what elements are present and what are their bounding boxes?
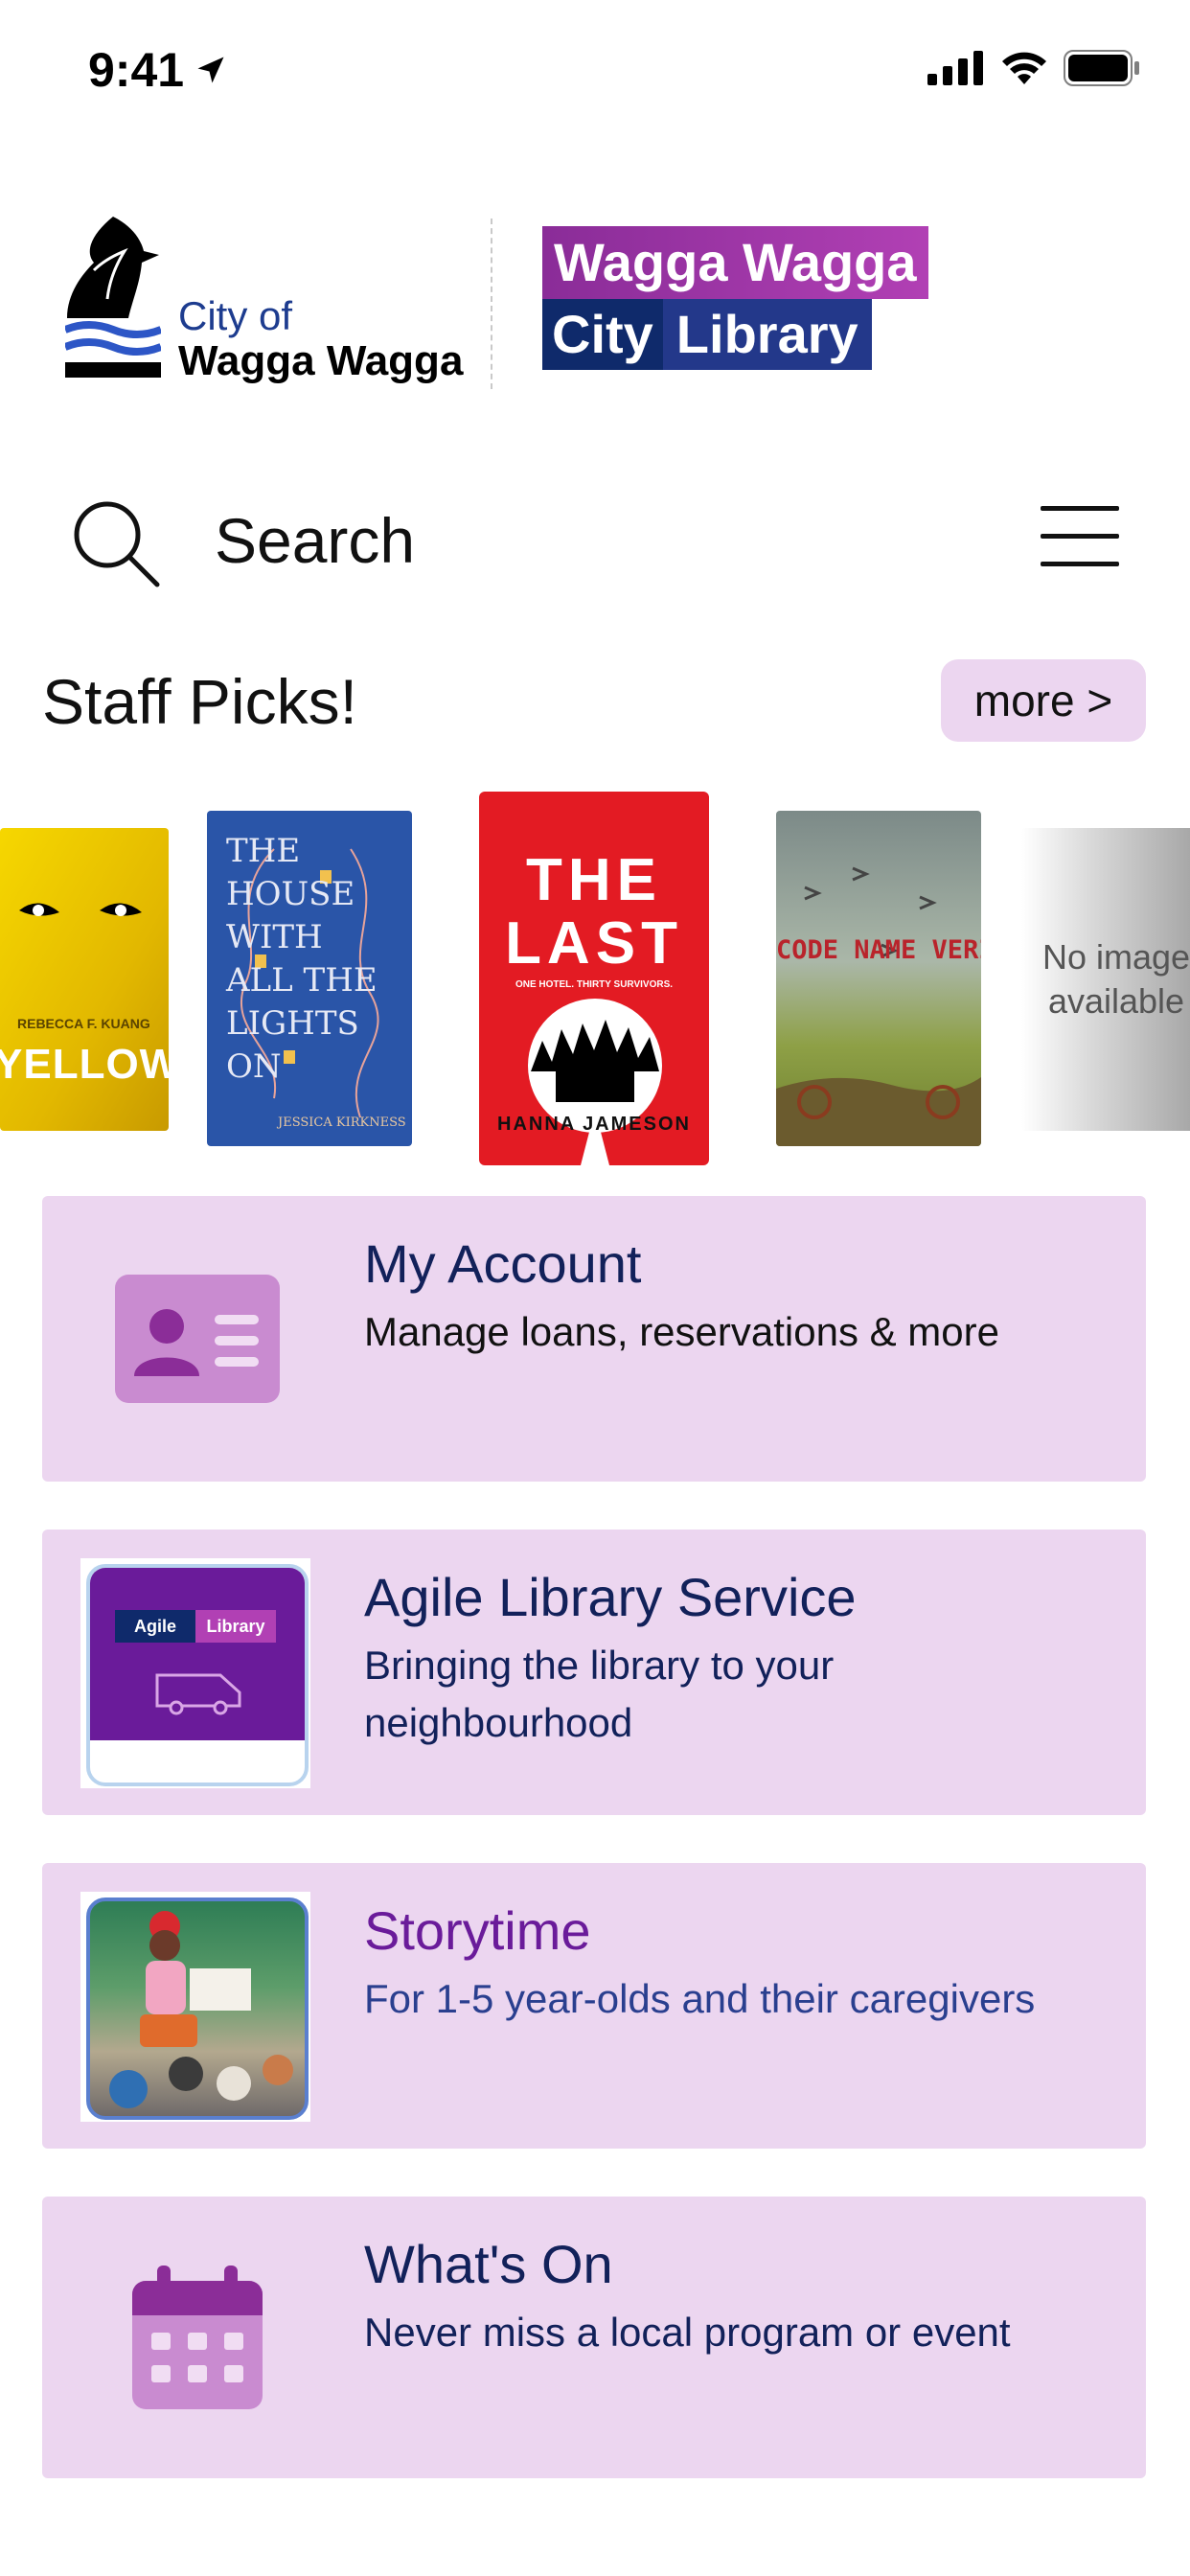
council-bird-logo-icon: [65, 217, 161, 378]
menu-icon[interactable]: [1041, 506, 1119, 567]
my-account-card[interactable]: My Account Manage loans, reservations & …: [42, 1196, 1146, 1482]
no-image-label: No image available: [1041, 937, 1190, 1021]
search-button[interactable]: Search: [215, 504, 415, 577]
staff-picks-title: Staff Picks!: [42, 666, 357, 737]
card-title: Agile Library Service: [364, 1567, 857, 1627]
status-time: 9:41: [88, 42, 228, 98]
book-cover-the-last[interactable]: THE LAST ONE HOTEL. THIRTY SURVIVORS. HA…: [479, 792, 709, 1165]
book-title: THE LAST: [505, 847, 683, 977]
agile-library-card[interactable]: Agile Library Agile Library Service Brin…: [42, 1530, 1146, 1815]
header-divider: [491, 218, 492, 389]
agile-library-thumbnail: Agile Library: [80, 1558, 310, 1788]
status-icons: [927, 50, 1140, 86]
more-button[interactable]: more >: [941, 659, 1146, 742]
card-subtitle: Manage loans, reservations & more: [364, 1309, 999, 1354]
council-name-line1: City of: [178, 293, 293, 338]
battery-icon: [1064, 50, 1139, 86]
book-author: JESSICA KIRKNESS: [278, 1116, 406, 1130]
library-logo-line2: City Library: [542, 299, 872, 370]
book-author: HANNA JAMESON: [497, 1114, 691, 1135]
library-logo-city: City: [542, 299, 663, 370]
storytime-card[interactable]: Storytime For 1-5 year-olds and their ca…: [42, 1863, 1146, 2149]
card-subtitle: For 1-5 year-olds and their caregivers: [364, 1976, 1036, 2021]
agile-badge-b: Library: [195, 1610, 276, 1643]
agile-badge-a: Agile: [115, 1610, 195, 1643]
location-arrow-icon: [197, 57, 224, 83]
book-title: CODE NAME VERITY: [776, 935, 981, 965]
library-logo-line1: Wagga Wagga: [542, 226, 928, 299]
card-title: My Account: [364, 1233, 642, 1294]
storytime-thumbnail: [80, 1892, 310, 2122]
book-title: THE HOUSE WITH ALL THE LIGHTS ON: [226, 832, 378, 1086]
library-logo-library: Library: [662, 299, 872, 370]
book-cover-no-image[interactable]: No image available: [1021, 828, 1190, 1131]
card-subtitle: Never miss a local program or event: [364, 2310, 1011, 2355]
wifi-icon: [1002, 52, 1046, 84]
book-cover-code-name-verity[interactable]: CODE NAME VERITY: [776, 811, 981, 1146]
book-author: REBECCA F. KUANG: [17, 1016, 150, 1031]
book-cover-yellowface[interactable]: REBECCA F. KUANG YELLOWFACE: [0, 828, 169, 1131]
book-title: YELLOWFACE: [0, 1041, 169, 1088]
whats-on-card[interactable]: What's On Never miss a local program or …: [42, 2196, 1146, 2478]
search-icon[interactable]: [69, 496, 161, 588]
account-card-icon: [115, 1275, 280, 1403]
card-title: Storytime: [364, 1900, 591, 1961]
council-name-line2: Wagga Wagga: [178, 337, 464, 384]
signal-icon: [927, 51, 983, 85]
book-cover-house-lights[interactable]: THE HOUSE WITH ALL THE LIGHTS ON JESSICA…: [207, 811, 412, 1146]
calendar-icon: [132, 2266, 263, 2409]
van-icon: [155, 1673, 241, 1715]
book-tagline: ONE HOTEL. THIRTY SURVIVORS.: [515, 979, 674, 990]
card-subtitle: Bringing the library to your neighbourho…: [364, 1643, 835, 1745]
card-title: What's On: [364, 2234, 613, 2294]
